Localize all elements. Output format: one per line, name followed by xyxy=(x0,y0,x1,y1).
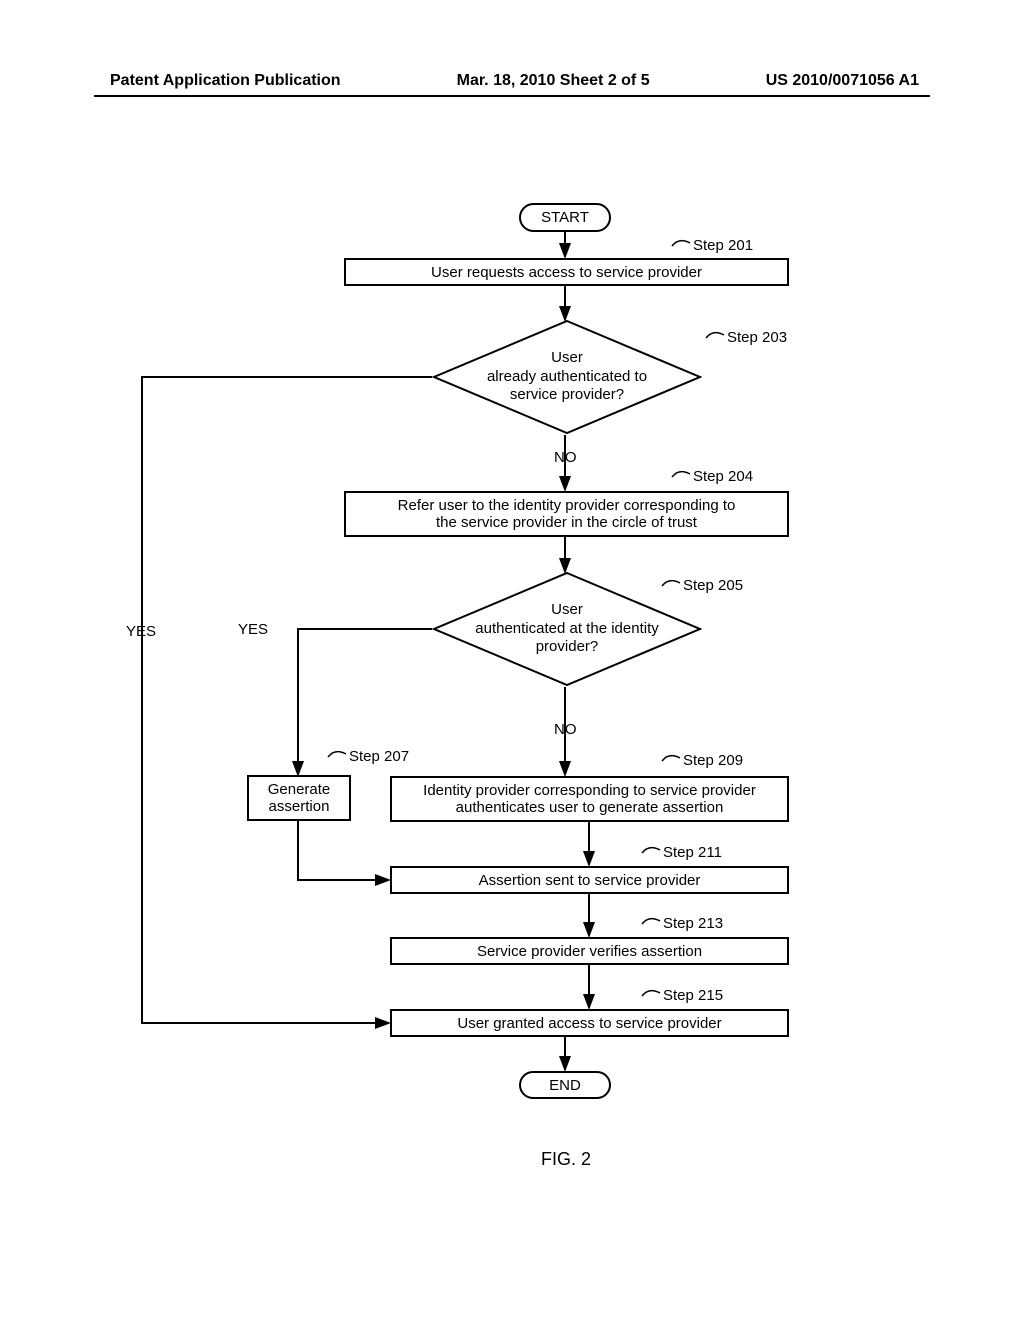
connectors-svg xyxy=(0,0,1024,1320)
flowchart-canvas: START User requests access to service pr… xyxy=(0,0,1024,1320)
